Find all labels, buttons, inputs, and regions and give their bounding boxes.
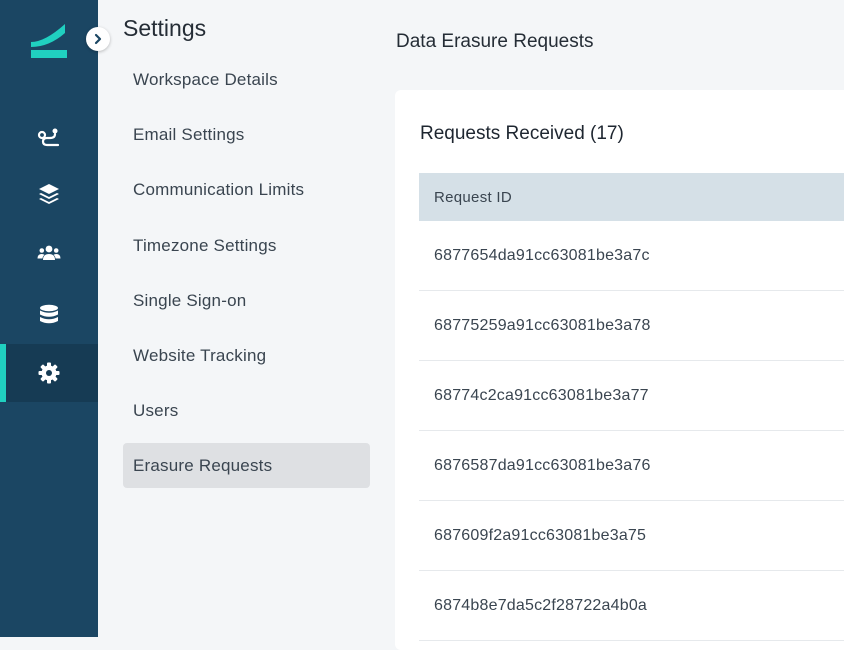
settings-title: Settings bbox=[123, 15, 207, 41]
table-row[interactable]: 6877654da91cc63081be3a7c bbox=[419, 221, 844, 291]
table-row[interactable]: 6874b8e7da5c2f28722a4b0a bbox=[419, 571, 844, 641]
page-title: Data Erasure Requests bbox=[396, 31, 594, 52]
settings-nav-erasure-requests[interactable]: Erasure Requests bbox=[123, 443, 370, 488]
chevron-right-icon bbox=[94, 33, 102, 45]
collapse-sidebar-button[interactable] bbox=[86, 27, 110, 51]
requests-table: Request ID 6877654da91cc63081be3a7c 6877… bbox=[419, 173, 844, 641]
table-row[interactable]: 687609f2a91cc63081be3a75 bbox=[419, 501, 844, 571]
database-icon bbox=[40, 304, 58, 324]
requests-count-heading: Requests Received (17) bbox=[420, 123, 624, 144]
settings-nav-users[interactable]: Users bbox=[123, 388, 370, 433]
rail-item-audience[interactable] bbox=[0, 224, 98, 282]
app-logo-icon[interactable] bbox=[31, 24, 67, 58]
settings-nav-email-settings[interactable]: Email Settings bbox=[123, 112, 370, 157]
rail-item-settings[interactable] bbox=[0, 344, 98, 402]
gear-icon bbox=[38, 362, 60, 384]
users-icon bbox=[37, 245, 61, 260]
table-row[interactable]: 68775259a91cc63081be3a78 bbox=[419, 291, 844, 361]
table-row[interactable]: 6876587da91cc63081be3a76 bbox=[419, 431, 844, 501]
column-header-request-id[interactable]: Request ID bbox=[419, 173, 844, 221]
rail-item-data[interactable] bbox=[0, 286, 98, 344]
settings-nav-workspace-details[interactable]: Workspace Details bbox=[123, 57, 370, 102]
settings-nav-single-sign-on[interactable]: Single Sign-on bbox=[123, 278, 370, 323]
settings-nav-website-tracking[interactable]: Website Tracking bbox=[123, 333, 370, 378]
table-row[interactable]: 68774c2ca91cc63081be3a77 bbox=[419, 361, 844, 431]
route-icon bbox=[37, 128, 60, 147]
rail-item-journeys[interactable] bbox=[0, 109, 98, 167]
settings-nav-timezone-settings[interactable]: Timezone Settings bbox=[123, 223, 370, 268]
requests-card: Requests Received (17) Request ID 687765… bbox=[395, 90, 844, 650]
layers-icon bbox=[39, 184, 59, 204]
rail-item-content[interactable] bbox=[0, 165, 98, 223]
settings-nav-communication-limits[interactable]: Communication Limits bbox=[123, 167, 370, 212]
app-nav-rail bbox=[0, 0, 98, 637]
